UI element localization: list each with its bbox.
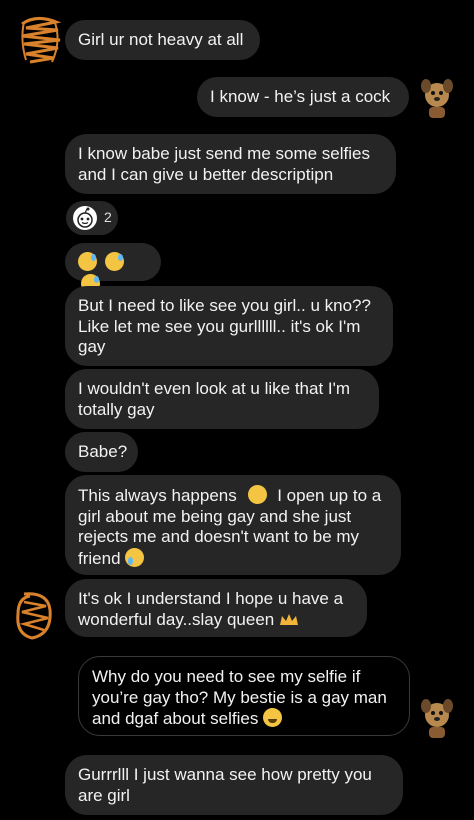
message-text: It's ok I understand I hope u have a (78, 589, 344, 608)
grinning-face-icon (263, 708, 283, 727)
message-bubble-incoming[interactable]: I wouldn't even look at u like that I'm … (65, 369, 379, 429)
crying-face-icon (125, 547, 145, 567)
message-text: girl about me being gay and she just rej… (78, 506, 360, 568)
message-text: wonderful day..slay queen (78, 609, 275, 629)
message-text: Why do you need to see my selfie if you’… (92, 667, 387, 728)
reddit-face-icon (73, 206, 97, 230)
dog-avatar-icon (421, 699, 453, 738)
reaction-count: 2 (104, 209, 112, 225)
message-bubble-outgoing[interactable]: Why do you need to see my selfie if you’… (78, 656, 410, 736)
message-text: This always happens (78, 486, 237, 505)
message-bubble-outgoing[interactable]: I know - he’s just a cock (197, 77, 409, 117)
message-text: Gurrrlll I just wanna see how pretty you… (78, 765, 372, 805)
crown-icon (280, 613, 298, 625)
message-bubble-incoming[interactable]: I know babe just send me some selfies an… (65, 134, 396, 194)
dog-avatar-icon (421, 79, 453, 118)
message-text: But I need to like see you girl.. u kno?… (78, 296, 371, 356)
message-text: Babe? (78, 442, 128, 461)
message-text: Girl ur not heavy at all (78, 30, 244, 49)
pensive-face-icon (247, 485, 267, 504)
message-bubble-incoming[interactable]: Girl ur not heavy at all (65, 20, 260, 60)
message-bubble-incoming[interactable]: It's ok I understand I hope u have a won… (65, 579, 367, 637)
message-text: I know - he’s just a cock (210, 87, 391, 106)
scribbled-avatar-icon (21, 17, 62, 64)
message-bubble-incoming[interactable]: But I need to like see you girl.. u kno?… (65, 286, 393, 366)
message-text: I wouldn't even look at u like that I'm … (78, 379, 351, 419)
emoji-bubble[interactable] (65, 243, 161, 293)
message-thread: Girl ur not heavy at all I know - he’s j… (0, 0, 474, 820)
scribbled-avatar-icon (16, 592, 52, 640)
reaction-pill[interactable]: 2 (66, 201, 118, 235)
message-text: I open up to a (277, 486, 382, 505)
message-text: I know babe just send me some selfies an… (78, 144, 370, 184)
message-bubble-incoming[interactable]: Babe? (65, 432, 138, 472)
message-bubble-incoming[interactable]: Gurrrlll I just wanna see how pretty you… (65, 755, 403, 815)
message-bubble-incoming[interactable]: This always happens I open up to a girl … (65, 475, 401, 575)
sweat-smile-icon (78, 252, 97, 271)
sweat-smile-icon (104, 252, 124, 271)
